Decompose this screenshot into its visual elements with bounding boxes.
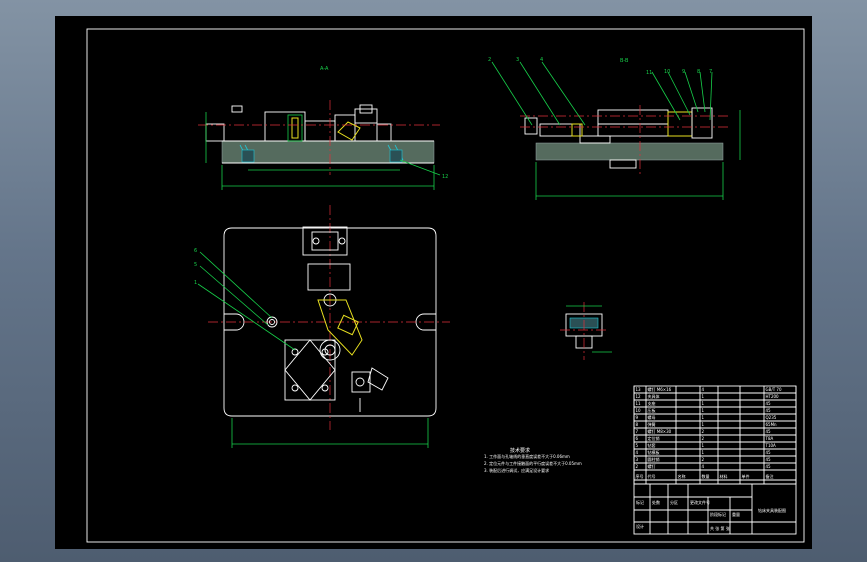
- tb-label-weight: 重量: [732, 511, 740, 517]
- bom-cell: 7: [636, 429, 639, 434]
- detail-view: [560, 302, 612, 360]
- bom-cell: 11: [636, 401, 642, 406]
- section-a-label: A-A: [320, 66, 329, 72]
- top-clamp-block: [302, 226, 348, 256]
- balloon-12: 12: [442, 174, 448, 180]
- bom-cell: 弹簧: [648, 421, 656, 427]
- tb-label-stage: 阶段标记: [710, 511, 726, 517]
- bom-cell: GB/T 70: [766, 387, 782, 392]
- bom-cell: 1: [702, 401, 705, 406]
- title-block: 钻床夹具装配图 标记 处数 分区 更改文件号 阶段标记 重量 设计 共 张 第 …: [633, 483, 797, 535]
- bom-cell: 夹具体: [648, 393, 660, 399]
- bom-cell: 圆柱销: [648, 456, 660, 462]
- tech-item-2: 2. 定位元件与工件接触面的平行度误差不大于0.05mm: [484, 460, 582, 466]
- balloon-1: 1: [194, 280, 197, 286]
- balloon-6: 6: [194, 248, 197, 254]
- balloon-11: 11: [646, 70, 652, 76]
- balloon-5: 5: [194, 262, 197, 268]
- bom-cell: 压板: [648, 407, 656, 413]
- balloon-4: 4: [540, 57, 543, 63]
- bom-cell: 螺钉: [648, 463, 656, 469]
- bom-cell: 定位销: [648, 435, 660, 441]
- side-clamp-rod: [597, 109, 669, 125]
- bom-cell: 钻套: [648, 442, 656, 448]
- bom-cell: 1: [702, 394, 705, 399]
- bom-cell: 螺钉 M6×16: [648, 386, 672, 392]
- section-b-label: B-B: [620, 58, 629, 64]
- tb-label-zone: 分区: [670, 499, 678, 505]
- bom-cell: 65Mn: [766, 422, 778, 427]
- tb-label-count: 处数: [652, 499, 660, 505]
- technical-requirements: 技术要求 1. 工作面与孔轴线的垂直度误差不大于0.06mm 2. 定位元件与工…: [484, 447, 582, 473]
- bom-cell: 1: [702, 450, 705, 455]
- bom-cell: 4: [702, 387, 705, 392]
- bom-cell: 13: [636, 387, 642, 392]
- tech-item-1: 1. 工作面与孔轴线的垂直度误差不大于0.06mm: [484, 453, 570, 459]
- balloon-7: 7: [709, 69, 712, 75]
- bom-header-cell: 材料: [720, 473, 728, 479]
- drill-plate: [284, 339, 336, 401]
- bom-header-cell: 名称: [678, 473, 686, 479]
- tb-label-sheets: 共 张 第 张: [710, 525, 730, 531]
- side-base-plate: [535, 142, 724, 161]
- bom-header-cell: 代号: [648, 473, 656, 479]
- bom-cell: 螺母: [648, 414, 656, 420]
- bom-cell: 8: [636, 422, 639, 427]
- bom-cell: 2: [702, 436, 705, 441]
- bom-cell: 12: [636, 394, 642, 399]
- bom-cell: 45: [766, 450, 772, 455]
- balloon-3: 3: [516, 57, 519, 63]
- bom-cell: 6: [636, 436, 639, 441]
- bom-cell: 3: [636, 457, 639, 462]
- balloon-8: 8: [697, 69, 700, 75]
- bom-cell: 1: [702, 415, 705, 420]
- bom-header-cell: 备注: [766, 473, 774, 479]
- balloon-10: 10: [664, 69, 670, 75]
- bom-cell: HT200: [766, 394, 780, 399]
- title-block-drawing-name: 钻床夹具装配图: [758, 507, 786, 513]
- bom-cell: 45: [766, 429, 772, 434]
- front-view-section: A-A 12: [198, 66, 448, 190]
- balloon-9: 9: [682, 69, 685, 75]
- bom-cell: 2: [702, 457, 705, 462]
- bom-cell: 4: [636, 450, 639, 455]
- bom-cell: 5: [636, 443, 639, 448]
- bom-cell: 1: [702, 422, 705, 427]
- bom-cell: 2: [702, 429, 705, 434]
- front-clamp-block: [264, 111, 306, 142]
- bom-cell: 2: [636, 464, 639, 469]
- bom-cell: 9: [636, 415, 639, 420]
- bom-cell: 45: [766, 457, 772, 462]
- balloon-2: 2: [488, 57, 491, 63]
- bom-cell: 1: [702, 443, 705, 448]
- bom-cell: 4: [702, 464, 705, 469]
- bill-of-materials: 13 螺钉 M6×16 4 GB/T 7012 夹具体 1 HT20011 支座 1 4510 压板…: [633, 385, 797, 485]
- bom-cell: 45: [766, 401, 772, 406]
- bom-header-cell: 数量: [702, 473, 710, 479]
- bom-cell: 支座: [648, 400, 656, 406]
- cad-drawing: A-A 12 B-B 2 3 4 11 10 9 8 7 6 5 1 技术要求 …: [86, 28, 805, 543]
- bom-cell: 螺钉 M8×30: [648, 428, 672, 434]
- bom-cell: 45: [766, 408, 772, 413]
- tb-label-change: 更改文件号: [690, 499, 710, 505]
- bom-cell: T8A: [765, 436, 774, 441]
- bom-cell: T10A: [765, 443, 777, 448]
- bom-cell: 10: [636, 408, 642, 413]
- bom-header-cell: 序号: [636, 473, 644, 479]
- bom-cell: Q235: [766, 415, 777, 420]
- tb-label-mark: 标记: [636, 499, 644, 505]
- top-view: 6 5 1: [194, 205, 450, 448]
- tb-label-design: 设计: [636, 523, 644, 529]
- side-view-section: B-B 2 3 4 11 10 9 8 7: [488, 57, 741, 200]
- bom-header-cell: 单件: [742, 473, 750, 479]
- tech-item-3: 3. 装配后进行调试，应满足设计要求: [484, 467, 549, 473]
- bom-cell: 1: [702, 408, 705, 413]
- bom-cell: 钻模板: [648, 449, 660, 455]
- tech-requirements-title: 技术要求: [510, 447, 530, 454]
- bom-cell: 45: [766, 464, 772, 469]
